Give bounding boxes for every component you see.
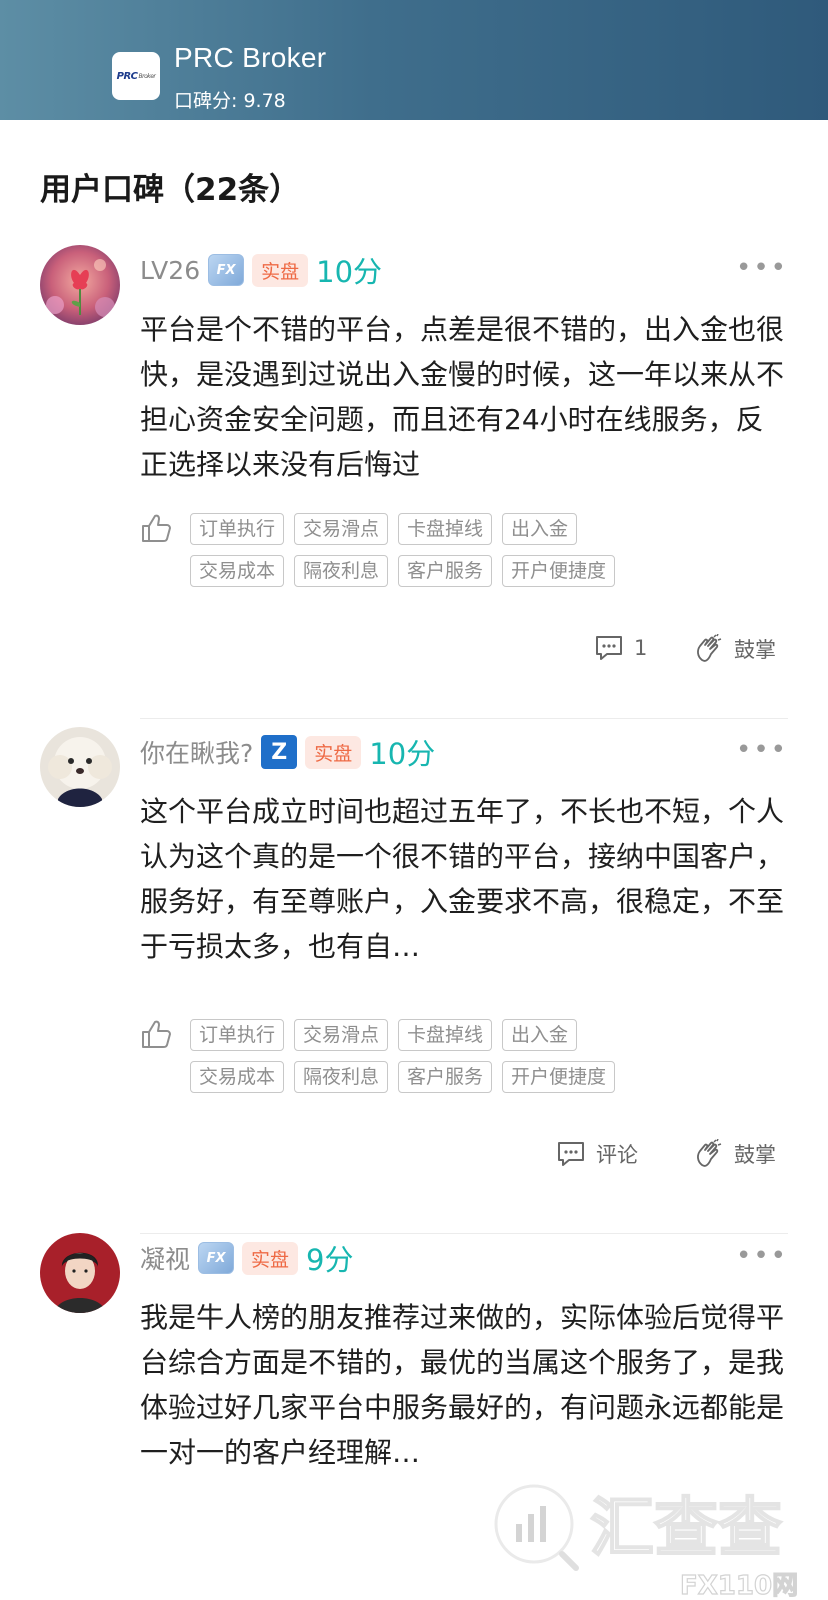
- review-header: LV26 FX 实盘 10分: [140, 249, 382, 291]
- review-score: 10分: [316, 255, 383, 289]
- review-tag: 隔夜利息: [294, 555, 389, 587]
- comment-icon: [596, 636, 622, 660]
- z-icon: Z: [261, 735, 298, 769]
- review-tag-list: 订单执行 交易滑点 卡盘掉线 出入金 交易成本 隔夜利息 客户服务 开户便捷度: [190, 1019, 670, 1093]
- review-card: 你在瞅我? Z 实盘 10分 ••• 这个平台成立时间也超过五年了，不长也不短，…: [0, 727, 828, 1234]
- fx-icon: FX: [198, 1242, 235, 1274]
- reviewer-name[interactable]: 你在瞅我?: [140, 734, 253, 770]
- divider: [140, 718, 788, 719]
- review-tag: 客户服务: [398, 1061, 493, 1093]
- review-tag: 开户便捷度: [502, 555, 616, 587]
- review-card: 凝视 FX 实盘 9分 ••• 我是牛人榜的朋友推荐过来做的，实际体验后觉得平台…: [0, 1233, 828, 1493]
- thumbs-up-icon[interactable]: [140, 1019, 172, 1049]
- review-tag: 交易成本: [190, 555, 285, 587]
- reviewer-name[interactable]: LV26: [140, 256, 200, 285]
- comment-icon: [558, 1142, 584, 1166]
- review-tag: 交易滑点: [294, 513, 389, 545]
- comment-button[interactable]: 1: [594, 634, 647, 662]
- broker-score: 口碑分: 9.78: [174, 90, 286, 112]
- more-options-icon[interactable]: •••: [736, 1241, 788, 1271]
- review-tag: 订单执行: [190, 513, 285, 545]
- broker-name: PRC Broker: [174, 42, 327, 73]
- watermark-site: FX110网: [680, 1571, 798, 1600]
- broker-logo: PRC Broker: [112, 52, 160, 100]
- avatar[interactable]: [40, 727, 120, 807]
- clap-icon: [697, 634, 722, 662]
- review-content[interactable]: 平台是个不错的平台，点差是很不错的，出入金也很快，是没遇到过说出入金慢的时候，这…: [140, 307, 790, 487]
- avatar[interactable]: [40, 1233, 120, 1313]
- section-title: 用户口碑（22条）: [40, 172, 301, 208]
- account-type-badge: 实盘: [242, 1241, 299, 1275]
- broker-header: PRC Broker PRC Broker 口碑分: 9.78: [0, 0, 828, 120]
- review-tag: 出入金: [502, 1019, 578, 1051]
- review-content[interactable]: 这个平台成立时间也超过五年了，不长也不短，个人认为这个真的是一个很不错的平台，接…: [140, 789, 790, 969]
- logo-text: PRC: [116, 70, 138, 82]
- fx-icon: FX: [208, 254, 245, 286]
- review-tag-list: 订单执行 交易滑点 卡盘掉线 出入金 交易成本 隔夜利息 客户服务 开户便捷度: [190, 513, 670, 587]
- more-options-icon[interactable]: •••: [736, 253, 788, 283]
- review-score: 10分: [369, 737, 436, 771]
- review-tag: 订单执行: [190, 1019, 285, 1051]
- thumbs-up-icon[interactable]: [140, 513, 172, 543]
- review-tag: 隔夜利息: [294, 1061, 389, 1093]
- clap-button[interactable]: 鼓掌: [694, 634, 776, 664]
- clap-button[interactable]: 鼓掌: [694, 1139, 776, 1169]
- avatar[interactable]: [40, 245, 120, 325]
- clap-label: 鼓掌: [734, 1143, 776, 1167]
- review-tag: 客户服务: [398, 555, 493, 587]
- comment-button[interactable]: 评论: [556, 1139, 638, 1169]
- account-type-badge: 实盘: [305, 735, 362, 769]
- more-options-icon[interactable]: •••: [736, 735, 788, 765]
- review-tag: 开户便捷度: [502, 1061, 616, 1093]
- account-type-badge: 实盘: [252, 253, 309, 287]
- comment-label: 评论: [596, 1143, 638, 1167]
- comment-count: 1: [634, 636, 648, 660]
- clap-icon: [697, 1139, 722, 1167]
- review-card: LV26 FX 实盘 10分 ••• 平台是个不错的平台，点差是很不错的，出入金…: [0, 245, 828, 719]
- clap-label: 鼓掌: [734, 638, 776, 662]
- review-tag: 卡盘掉线: [398, 1019, 493, 1051]
- review-tag: 交易滑点: [294, 1019, 389, 1051]
- review-tag: 卡盘掉线: [398, 513, 493, 545]
- review-tag: 出入金: [502, 513, 578, 545]
- review-score: 9分: [306, 1243, 354, 1277]
- watermark-brand: 汇查查: [590, 1492, 782, 1566]
- review-header: 你在瞅我? Z 实盘 10分: [140, 731, 435, 773]
- reviewer-name[interactable]: 凝视: [140, 1240, 190, 1276]
- review-content[interactable]: 我是牛人榜的朋友推荐过来做的，实际体验后觉得平台综合方面是不错的，最优的当属这个…: [140, 1295, 790, 1475]
- review-header: 凝视 FX 实盘 9分: [140, 1237, 353, 1279]
- logo-subtext: Broker: [138, 72, 156, 80]
- review-tag: 交易成本: [190, 1061, 285, 1093]
